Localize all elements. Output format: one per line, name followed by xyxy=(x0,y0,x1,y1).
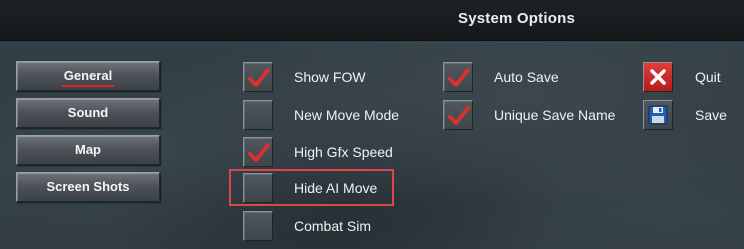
unique-save-name-checkbox[interactable] xyxy=(443,100,473,130)
new-move-mode-label: New Move Mode xyxy=(294,107,400,123)
nav-general-label: General xyxy=(61,62,115,90)
auto-save-label: Auto Save xyxy=(494,69,559,85)
quit-label: Quit xyxy=(695,69,721,85)
new-move-mode-checkbox[interactable] xyxy=(243,100,273,130)
nav-sound-label: Sound xyxy=(67,105,109,120)
nav-map-label: Map xyxy=(75,142,101,157)
checkmark-icon xyxy=(248,68,270,87)
nav-sound-button[interactable]: Sound xyxy=(16,98,160,128)
title-bar: System Options xyxy=(0,0,744,41)
combat-sim-checkbox[interactable] xyxy=(243,211,273,241)
nav-screen-shots-label: Screen Shots xyxy=(46,179,130,194)
save-label: Save xyxy=(695,107,727,123)
combat-sim-label: Combat Sim xyxy=(294,218,372,234)
auto-save-checkbox[interactable] xyxy=(443,62,473,92)
nav-general-button[interactable]: General xyxy=(16,61,160,91)
show-fow-checkbox[interactable] xyxy=(243,62,273,92)
save-button[interactable] xyxy=(643,100,673,130)
close-icon xyxy=(650,69,666,85)
unique-save-name-label: Unique Save Name xyxy=(494,107,616,123)
nav-map-button[interactable]: Map xyxy=(16,135,160,165)
quit-button[interactable] xyxy=(643,62,673,92)
high-gfx-speed-label: High Gfx Speed xyxy=(294,144,393,160)
hide-ai-move-checkbox[interactable] xyxy=(243,173,273,203)
checkmark-icon xyxy=(448,68,470,87)
high-gfx-speed-checkbox[interactable] xyxy=(243,137,273,167)
checkmark-icon xyxy=(448,106,470,125)
page-title: System Options xyxy=(458,10,575,27)
hide-ai-move-label: Hide AI Move xyxy=(294,180,378,196)
nav-screen-shots-button[interactable]: Screen Shots xyxy=(16,172,160,202)
checkmark-icon xyxy=(248,143,270,162)
floppy-disk-icon xyxy=(648,105,668,125)
show-fow-label: Show FOW xyxy=(294,69,366,85)
